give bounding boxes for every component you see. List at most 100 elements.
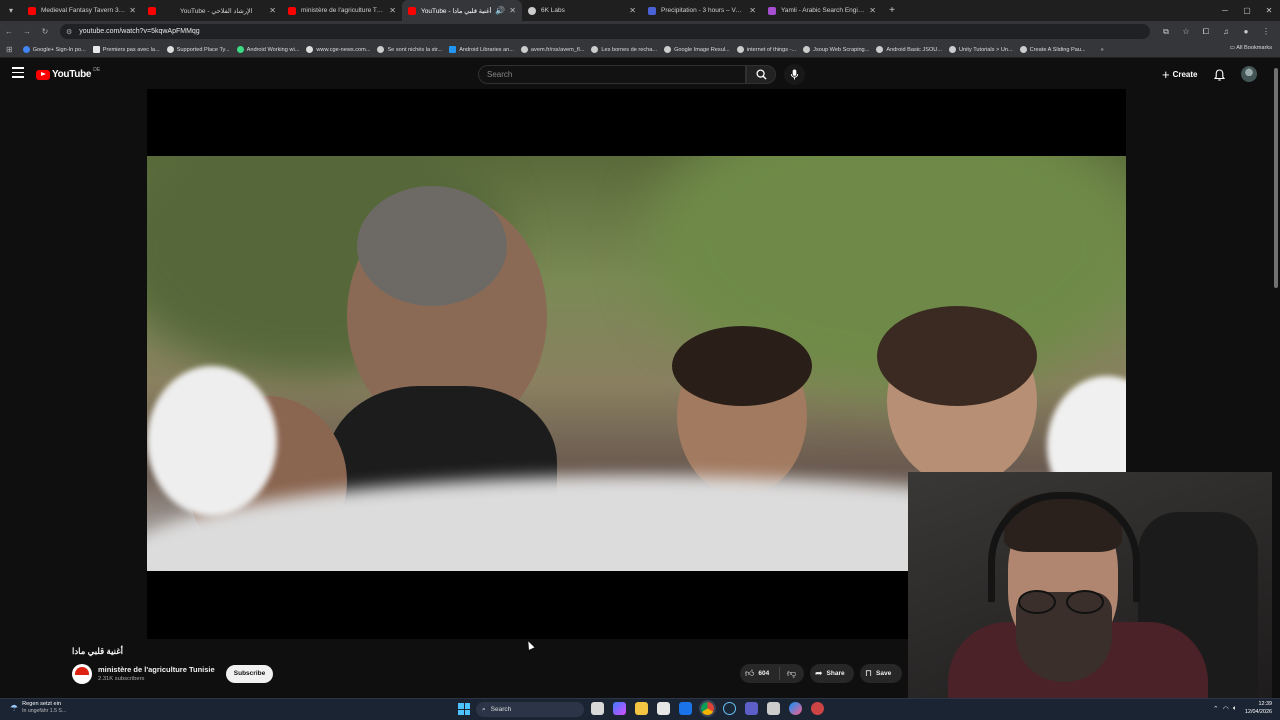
maximize-icon[interactable]: ▢ (1236, 0, 1258, 21)
dislike-button[interactable]: 👎︎ (780, 668, 800, 679)
tray-chevron-icon[interactable]: ⌃ (1213, 705, 1219, 713)
bookmark-item[interactable]: Android Working wi... (236, 46, 299, 53)
wifi-icon[interactable]: ◠ (1223, 705, 1229, 713)
like-button[interactable]: 👍︎ 604 (740, 667, 780, 680)
close-window-icon[interactable]: ✕ (1258, 0, 1280, 21)
search-input[interactable]: Search (478, 65, 746, 84)
youtube-play-icon (36, 69, 50, 80)
volume-icon[interactable]: 🔈︎ (1233, 705, 1237, 713)
toolbar-actions: ⧉ ☆ ⧠ ♫ ● ⋮ (1156, 21, 1276, 42)
weather-widget[interactable]: ☂ Regen setzt ein In ungefähr 1.5 S... (10, 701, 66, 715)
bookmark-item[interactable]: avem.fr/rss/avem_fl... (520, 46, 585, 53)
bookmark-label: avem.fr/rss/avem_fl... (530, 46, 585, 53)
clock[interactable]: 12:39 12/04/2026 (1245, 701, 1272, 716)
chrome-icon[interactable] (701, 702, 714, 715)
youtube-logo[interactable]: YouTube DE (36, 67, 100, 80)
channel-avatar[interactable] (72, 664, 92, 684)
address-bar[interactable]: ⚙ youtube.com/watch?v=5kqwApFMMqg (60, 24, 1150, 39)
bookmark-item[interactable]: Jsoup Web Scraping... (803, 46, 869, 53)
browser-tab[interactable]: Medieval Fantasy Tavern 3 | D&... ✕ (22, 0, 142, 21)
more-bookmarks-icon[interactable]: » (1101, 47, 1104, 53)
browser-tab[interactable] (142, 0, 162, 21)
back-icon[interactable]: ← (0, 27, 18, 36)
bookmark-favicon-icon (664, 46, 672, 53)
scrollbar-thumb[interactable] (1274, 68, 1278, 288)
save-button[interactable]: ⊓ Save (860, 664, 902, 683)
task-view-icon[interactable] (591, 702, 604, 715)
all-bookmarks-folder[interactable]: ▭ All Bookmarks (1230, 45, 1272, 51)
bookmark-item[interactable]: Se sont nichés la str... (377, 46, 442, 53)
forward-icon[interactable]: → (18, 27, 36, 36)
tab-search-menu-icon[interactable]: ▾ (0, 0, 22, 21)
cast-icon[interactable]: ⧉ (1156, 27, 1176, 37)
copilot-icon[interactable] (613, 702, 626, 715)
profile-icon[interactable]: ● (1236, 27, 1256, 36)
notifications-button[interactable] (1213, 68, 1226, 86)
browser-tab-active[interactable]: YouTube - أغنية قلبي مادا 🔊 ✕ (402, 0, 522, 21)
bookmark-item[interactable]: Create A Sliding Pau... (1019, 46, 1086, 53)
voice-search-button[interactable] (784, 64, 805, 85)
bookmark-item[interactable]: www.cge-news.com... (306, 46, 370, 53)
close-tab-icon[interactable]: ✕ (509, 6, 516, 15)
reload-icon[interactable]: ↻ (36, 27, 54, 36)
messenger-icon[interactable] (789, 702, 802, 715)
outlook-icon[interactable] (679, 702, 692, 715)
minimize-icon[interactable]: ─ (1214, 0, 1236, 21)
store-icon[interactable] (657, 702, 670, 715)
taskbar-search[interactable]: ⌕ Search (476, 702, 584, 717)
browser-tab[interactable]: Precipitation - 3 hours – Ventus... ✕ (642, 0, 762, 21)
bookmark-item[interactable]: Android Libraries an... (449, 46, 514, 53)
extensions-icon[interactable]: ⧠ (1196, 27, 1216, 37)
window-controls: ─ ▢ ✕ (1214, 0, 1280, 21)
bookmark-item[interactable]: Google Image Resul... (664, 46, 730, 53)
speaker-icon[interactable]: 🔊 (495, 6, 505, 15)
bookmark-item[interactable]: internet of things -... (736, 46, 796, 53)
account-avatar[interactable] (1241, 66, 1257, 82)
browser-tab[interactable]: YouTube - الإرشاد الفلاحي ✕ (162, 0, 282, 21)
unity-icon[interactable] (767, 702, 780, 715)
close-tab-icon[interactable]: ✕ (629, 6, 636, 15)
close-tab-icon[interactable]: ✕ (129, 6, 136, 15)
bookmark-item[interactable]: Les bornes de recha... (591, 46, 657, 53)
steam-icon[interactable] (723, 702, 736, 715)
file-explorer-icon[interactable] (635, 702, 648, 715)
browser-tab[interactable]: 6K Labs ✕ (522, 0, 642, 21)
subscribe-button[interactable]: Subscribe (226, 665, 273, 683)
channel-name[interactable]: ministère de l'agriculture Tunisie (98, 665, 215, 674)
bookmark-favicon-icon (1019, 46, 1027, 53)
page-scrollbar[interactable] (1272, 58, 1280, 698)
apps-icon[interactable]: ⊞ (6, 45, 13, 54)
new-tab-button[interactable]: + (882, 5, 902, 16)
bookmark-item[interactable]: Android Basic JSOU... (876, 46, 942, 53)
menu-icon[interactable]: ⋮ (1256, 27, 1276, 36)
save-label: Save (876, 670, 892, 677)
hamburger-menu-icon[interactable] (12, 67, 24, 79)
bookmark-item[interactable]: Premiers pas avec la... (92, 46, 160, 53)
windows-start-icon[interactable] (458, 703, 470, 715)
browser-tab[interactable]: Yamli - Arabic Search Engine an...✕ (762, 0, 882, 21)
bookmark-item[interactable]: Supported Place Ty... (166, 46, 230, 53)
headphones (988, 492, 1140, 602)
browser-tab[interactable]: ministère de l'agriculture Tunisi...✕ (282, 0, 402, 21)
bookmark-item[interactable]: Google+ Sign-In po... (22, 46, 86, 53)
thumbs-down-icon: 👎︎ (787, 668, 797, 678)
share-button[interactable]: ➦ Share (810, 664, 854, 683)
bookmark-item[interactable]: Unity Tutorials > Un... (949, 46, 1013, 53)
close-tab-icon[interactable]: ✕ (389, 6, 396, 15)
search-button[interactable] (746, 65, 776, 84)
close-tab-icon[interactable]: ✕ (749, 6, 756, 15)
tab-title: YouTube - الإرشاد الفلاحي (180, 7, 253, 15)
close-tab-icon[interactable]: ✕ (869, 6, 876, 15)
rain-cloud-icon: ☂ (10, 702, 19, 713)
davinci-icon[interactable] (811, 702, 824, 715)
site-info-icon[interactable]: ⚙ (66, 28, 72, 36)
bookmark-star-icon[interactable]: ☆ (1176, 27, 1196, 36)
bookmark-favicon-icon (520, 46, 528, 53)
bookmark-label: www.cge-news.com... (316, 46, 371, 53)
close-tab-icon[interactable]: ✕ (269, 6, 276, 15)
microphone-icon (790, 69, 799, 80)
create-button[interactable]: + Create (1162, 66, 1198, 83)
youtube-favicon-icon (28, 6, 36, 15)
teams-icon[interactable] (745, 702, 758, 715)
media-icon[interactable]: ♫ (1216, 27, 1236, 36)
